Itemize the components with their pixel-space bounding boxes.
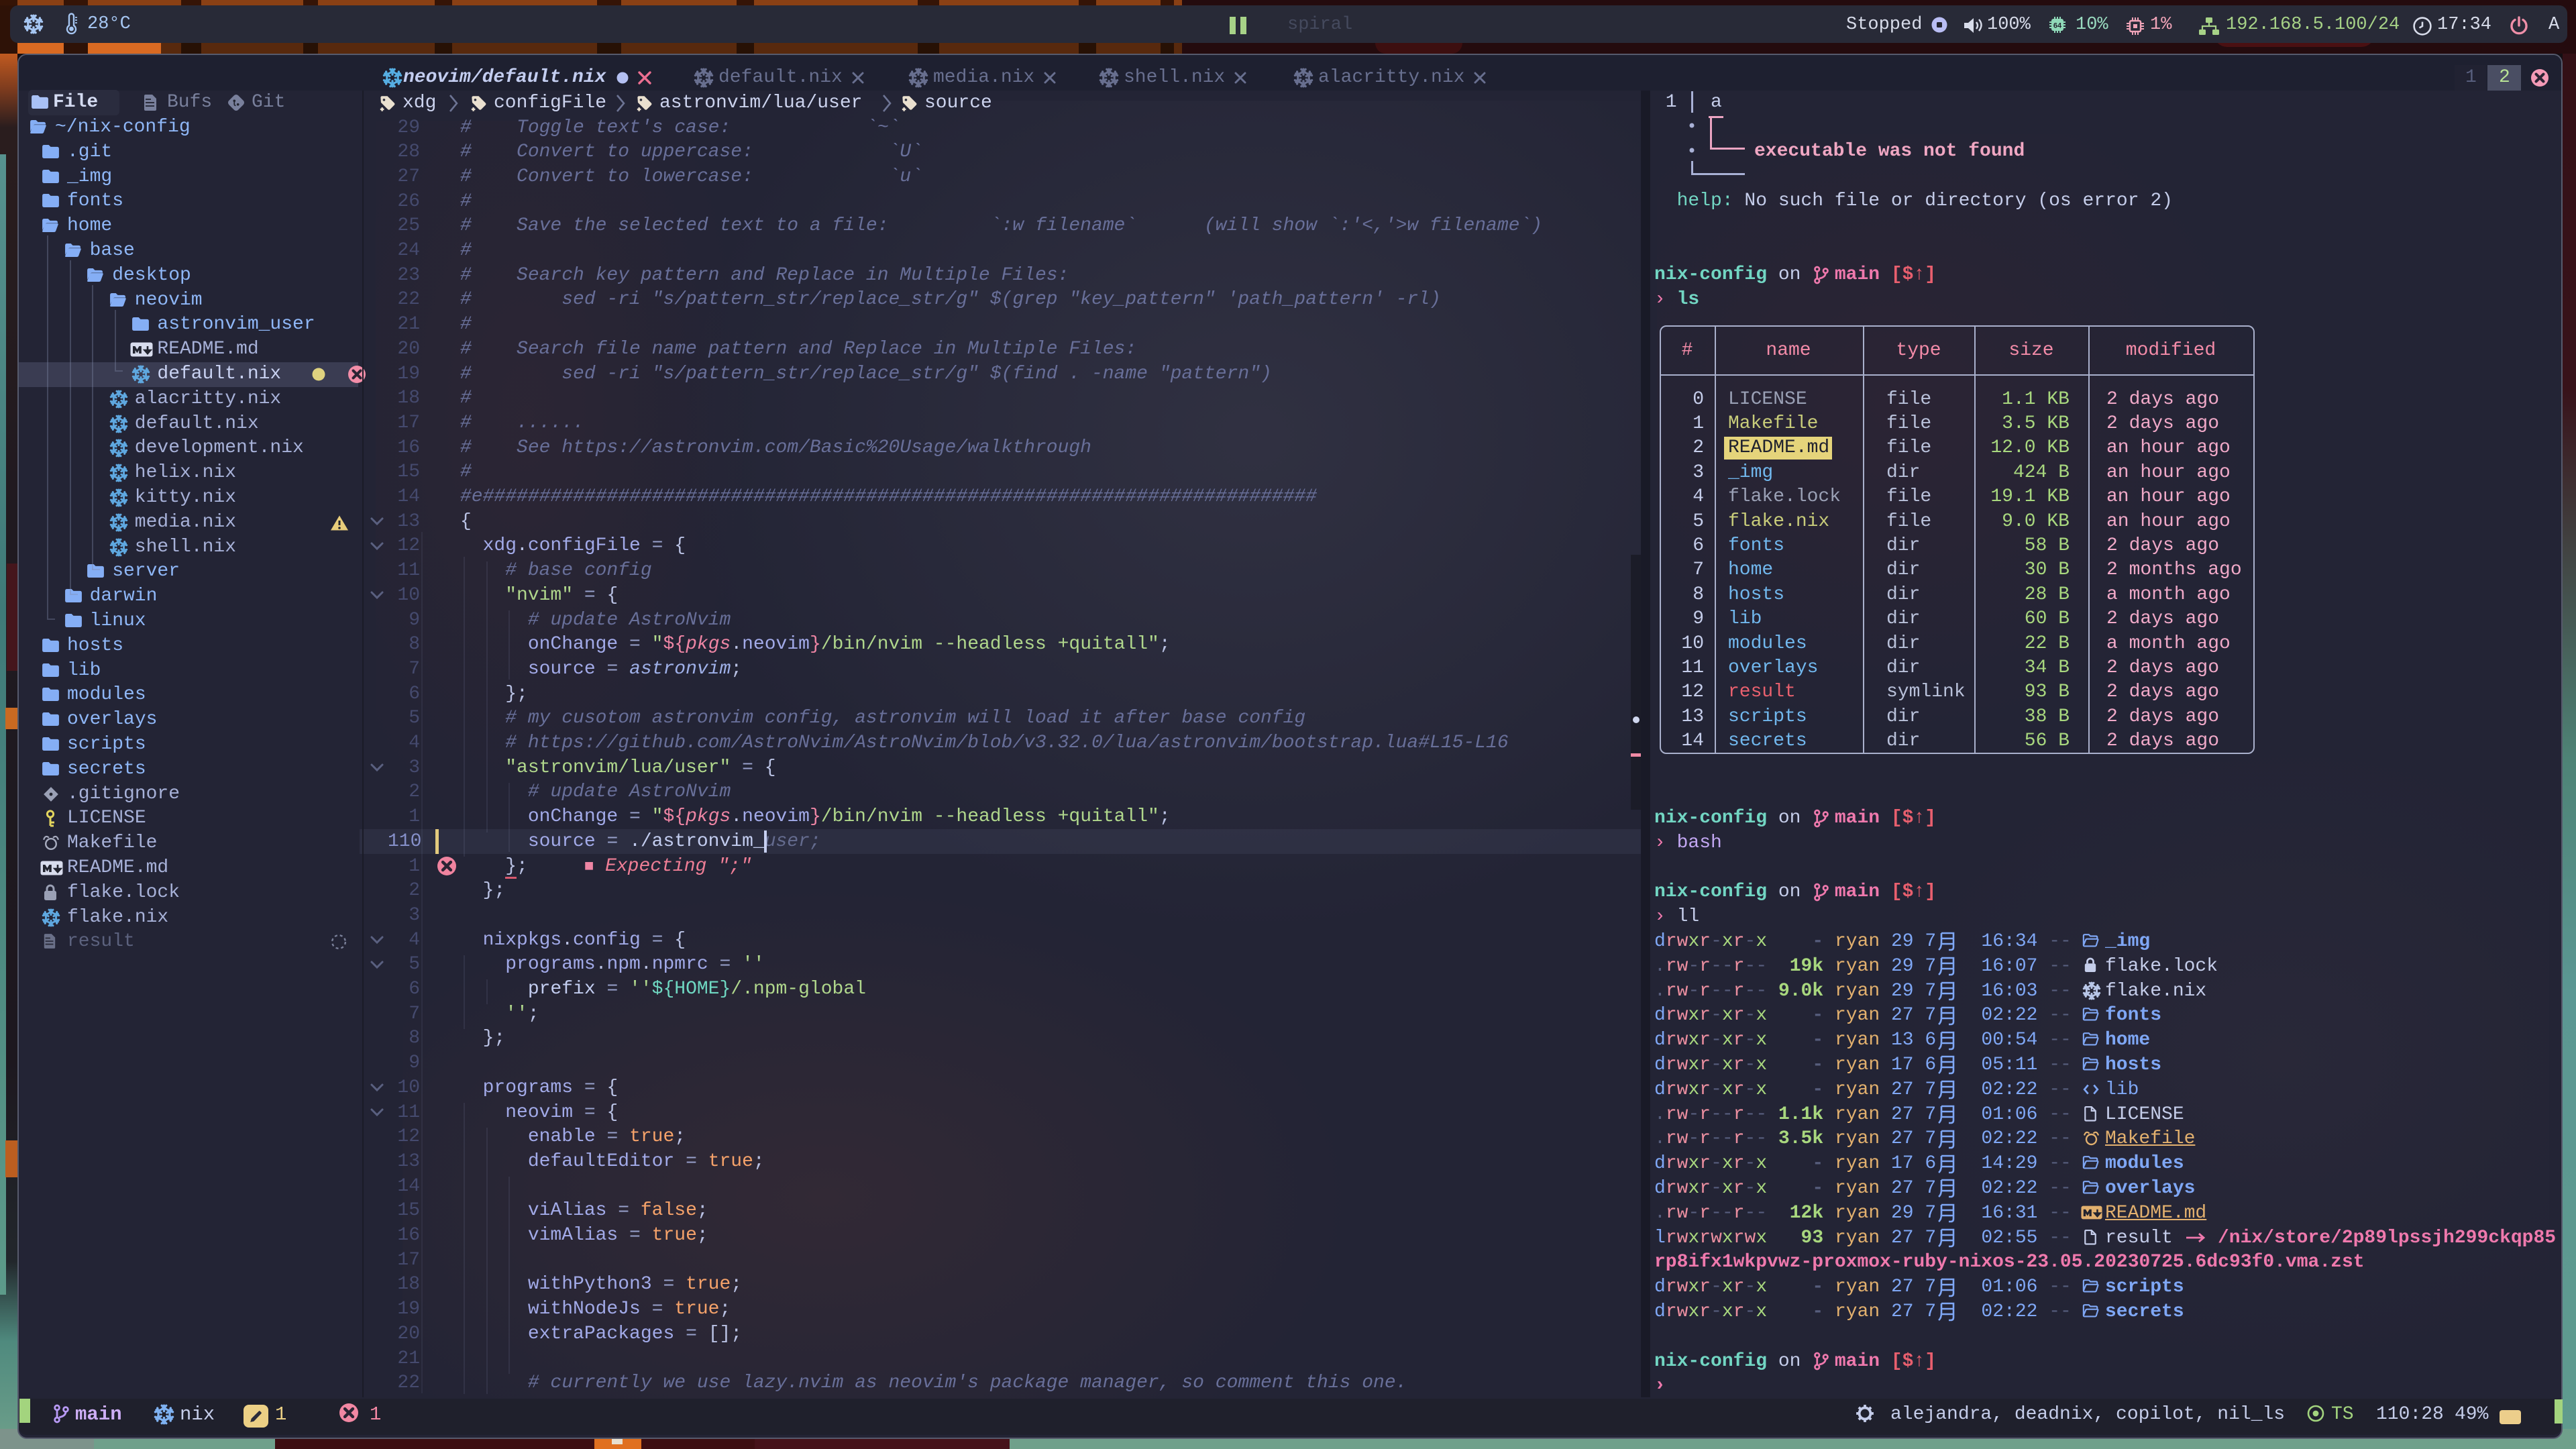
svg-text:64: 64 (2053, 22, 2062, 30)
